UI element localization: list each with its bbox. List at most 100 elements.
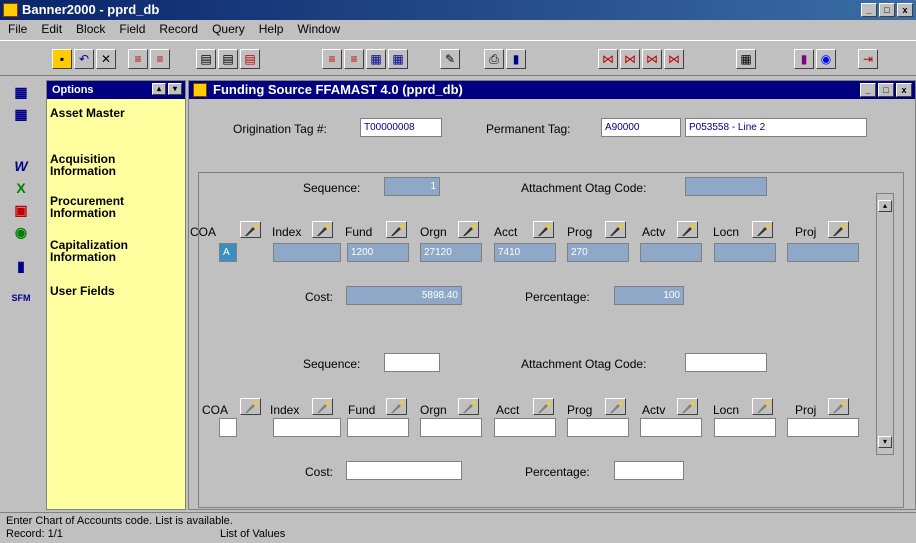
permanent-tag-field[interactable]: A90000 xyxy=(601,118,681,137)
locn-field[interactable] xyxy=(714,243,776,262)
proj-lov-button[interactable] xyxy=(828,221,849,238)
exit-icon[interactable]: ✕ xyxy=(96,49,116,69)
grid-icon[interactable]: ▦ xyxy=(11,104,31,124)
color-icon[interactable]: ▮ xyxy=(794,49,814,69)
fund-lov-button[interactable] xyxy=(386,398,407,415)
menu-block[interactable]: Block xyxy=(76,20,105,39)
percentage-field[interactable] xyxy=(614,461,684,480)
minimize-button[interactable]: _ xyxy=(861,3,877,17)
sequence-field[interactable] xyxy=(384,353,440,372)
attachment-otag-field[interactable] xyxy=(685,353,767,372)
form-close-button[interactable]: x xyxy=(896,83,912,97)
coa-field[interactable]: A xyxy=(219,243,237,262)
fund-lov-button[interactable] xyxy=(386,221,407,238)
next-record-icon[interactable]: ▦ xyxy=(366,49,386,69)
prog-field[interactable]: 270 xyxy=(567,243,629,262)
prev-block-icon[interactable]: ≡ xyxy=(128,49,148,69)
save-icon[interactable]: ▪ xyxy=(52,49,72,69)
exit-banner-icon[interactable]: ⇥ xyxy=(858,49,878,69)
acct-lov-button[interactable] xyxy=(533,221,554,238)
acct-field[interactable]: 7410 xyxy=(494,243,556,262)
origination-tag-field[interactable]: T00000008 xyxy=(360,118,442,137)
index-field[interactable] xyxy=(273,243,341,262)
coa-field[interactable] xyxy=(219,418,237,437)
save-form-icon[interactable]: ▤ xyxy=(218,49,238,69)
delete-record-icon[interactable]: ≡ xyxy=(344,49,364,69)
prog-field[interactable] xyxy=(567,418,629,437)
rollback-icon[interactable]: ↶ xyxy=(74,49,94,69)
index-lov-button[interactable] xyxy=(312,398,333,415)
actv-lov-button[interactable] xyxy=(677,398,698,415)
close-button[interactable]: x xyxy=(897,3,913,17)
insert-record-icon[interactable]: ≡ xyxy=(322,49,342,69)
locn-field[interactable] xyxy=(714,418,776,437)
calendar-icon[interactable]: ▦ xyxy=(11,82,31,102)
excel-icon[interactable]: X xyxy=(11,178,31,198)
locn-lov-button[interactable] xyxy=(752,221,773,238)
globe-icon[interactable]: ◉ xyxy=(11,222,31,242)
attachment-otag-field[interactable] xyxy=(685,177,767,196)
options-expand-button[interactable]: ▾ xyxy=(168,83,182,95)
option-user-fields[interactable]: User Fields xyxy=(50,285,170,297)
print-icon[interactable]: ▤ xyxy=(196,49,216,69)
actv-field[interactable] xyxy=(640,243,702,262)
form-minimize-button[interactable]: _ xyxy=(860,83,876,97)
actv-lov-button[interactable] xyxy=(677,221,698,238)
menu-file[interactable]: File xyxy=(8,20,27,39)
maximize-button[interactable]: □ xyxy=(879,3,895,17)
next-block-icon[interactable]: ≡ xyxy=(150,49,170,69)
actv-field[interactable] xyxy=(640,418,702,437)
prog-lov-button[interactable] xyxy=(605,221,626,238)
proj-field[interactable] xyxy=(787,243,859,262)
scroll-down-arrow-icon[interactable]: ▾ xyxy=(878,436,892,448)
acct-field[interactable] xyxy=(494,418,556,437)
fund-field[interactable]: 1200 xyxy=(347,243,409,262)
orgn-field[interactable] xyxy=(420,418,482,437)
option-procurement-information[interactable]: Procurement Information xyxy=(50,195,140,219)
coa-lov-button[interactable] xyxy=(240,398,261,415)
menu-record[interactable]: Record xyxy=(159,20,198,39)
menu-field[interactable]: Field xyxy=(119,20,145,39)
sfm-icon[interactable]: SFM xyxy=(11,288,31,308)
presentation-icon[interactable]: ▣ xyxy=(11,200,31,220)
orgn-field[interactable]: 27120 xyxy=(420,243,482,262)
option-capitalization-information[interactable]: Capitalization Information xyxy=(50,239,160,263)
menu-query[interactable]: Query xyxy=(212,20,245,39)
orgn-lov-button[interactable] xyxy=(458,398,479,415)
printer-icon[interactable]: ⎙ xyxy=(484,49,504,69)
options-collapse-button[interactable]: ▴ xyxy=(152,83,166,95)
records-scrollbar[interactable]: ▴ ▾ xyxy=(876,193,894,455)
menu-help[interactable]: Help xyxy=(259,20,284,39)
cancel-query-icon[interactable]: ⋈ xyxy=(664,49,684,69)
prev-record-icon[interactable]: ▦ xyxy=(388,49,408,69)
orgn-lov-button[interactable] xyxy=(458,221,479,238)
cost-field[interactable] xyxy=(346,461,462,480)
coa-lov-button[interactable] xyxy=(240,221,261,238)
fund-field[interactable] xyxy=(347,418,409,437)
print-form-icon[interactable]: ▤ xyxy=(240,49,260,69)
scroll-up-arrow-icon[interactable]: ▴ xyxy=(878,200,892,212)
enter-query-icon[interactable]: ⋈ xyxy=(620,49,640,69)
locn-lov-button[interactable] xyxy=(752,398,773,415)
proj-field[interactable] xyxy=(787,418,859,437)
index-field[interactable] xyxy=(273,418,341,437)
menu-edit[interactable]: Edit xyxy=(41,20,62,39)
chart-icon[interactable]: ▮ xyxy=(506,49,526,69)
form-maximize-button[interactable]: □ xyxy=(878,83,894,97)
option-asset-master[interactable]: Asset Master xyxy=(50,107,170,119)
chart-icon[interactable]: ▮ xyxy=(11,256,31,276)
option-acquisition-information[interactable]: Acquisition Information xyxy=(50,153,130,177)
erase-icon[interactable]: ✎ xyxy=(440,49,460,69)
prog-lov-button[interactable] xyxy=(605,398,626,415)
sequence-field[interactable]: 1 xyxy=(384,177,440,196)
query-icon[interactable]: ⋈ xyxy=(598,49,618,69)
acct-lov-button[interactable] xyxy=(533,398,554,415)
execute-query-icon[interactable]: ⋈ xyxy=(642,49,662,69)
index-lov-button[interactable] xyxy=(312,221,333,238)
calculator-icon[interactable]: ▦ xyxy=(736,49,756,69)
proj-lov-button[interactable] xyxy=(828,398,849,415)
color-wheel-icon[interactable]: ◉ xyxy=(816,49,836,69)
cost-field[interactable]: 5898.40 xyxy=(346,286,462,305)
menu-window[interactable]: Window xyxy=(297,20,340,39)
percentage-field[interactable]: 100 xyxy=(614,286,684,305)
